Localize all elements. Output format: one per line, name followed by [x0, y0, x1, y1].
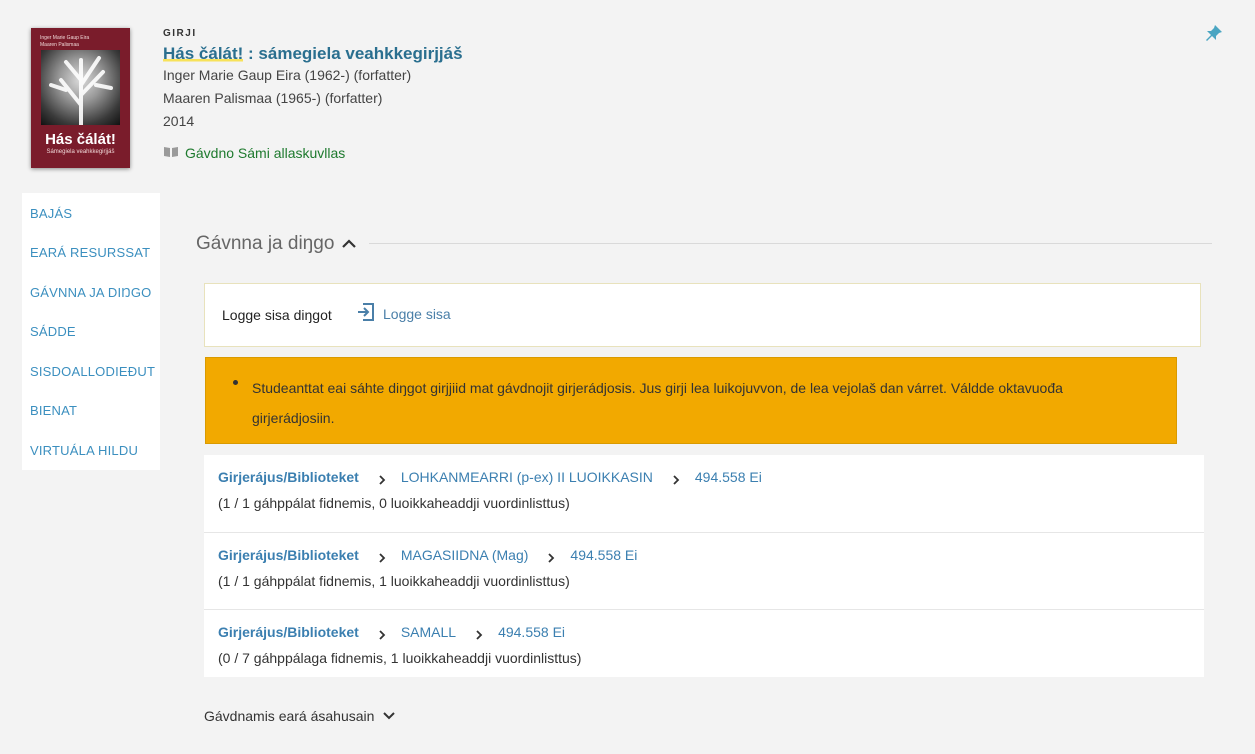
section-navigation: BAJÁS EARÁ RESURSSAT GÁVNNA JA DIŊGO SÁD… [22, 193, 160, 470]
chevron-right-icon [474, 627, 484, 640]
book-icon [163, 145, 179, 161]
chevron-right-icon [377, 627, 387, 640]
holding-row[interactable]: Girjerájus/Biblioteket LOHKANMEARRI (p-e… [204, 455, 1204, 533]
chevron-up-icon [342, 233, 357, 255]
holding-call-number[interactable]: 494.558 Ei [498, 624, 565, 640]
chevron-right-icon [671, 472, 681, 485]
holding-call-number[interactable]: 494.558 Ei [570, 547, 637, 563]
login-button[interactable]: Logge sisa [357, 302, 451, 325]
book-cover[interactable]: Inger Marie Gaup Eira Maaren Palismaa Há… [31, 28, 130, 168]
title-rest: : sámegiela veahkkegirjjáš [243, 44, 463, 63]
nav-item-top[interactable]: BAJÁS [30, 206, 156, 221]
author-2: Maaren Palismaa (1965-) (forfatter) [163, 90, 383, 106]
nav-item-tags[interactable]: BIENAT [30, 403, 156, 418]
section-divider [369, 243, 1212, 244]
holding-row[interactable]: Girjerájus/Biblioteket SAMALL 494.558 Ei… [204, 610, 1204, 677]
material-type: GIRJI [163, 28, 197, 39]
author-1: Inger Marie Gaup Eira (1962-) (forfatter… [163, 67, 412, 83]
availability-link[interactable]: Gávdno Sámi allaskuvllas [163, 145, 345, 161]
cover-authors: Inger Marie Gaup Eira Maaren Palismaa [40, 35, 89, 49]
nav-item-send[interactable]: SÁDDE [30, 324, 156, 339]
chevron-right-icon [377, 472, 387, 485]
chevron-right-icon [377, 550, 387, 563]
warning-text: Studeanttat eai sáhte diŋgot girjjiid ma… [252, 380, 1063, 426]
holding-location[interactable]: LOHKANMEARRI (p-ex) II LUOIKKASIN [401, 469, 653, 485]
chevron-right-icon [546, 550, 556, 563]
nav-item-other-resources[interactable]: EARÁ RESURSSAT [30, 245, 156, 260]
warning-notice: Studeanttat eai sáhte diŋgot girjjiid ma… [205, 357, 1177, 444]
cover-title: Hás čálát! [45, 131, 116, 148]
login-panel: Logge sisa diŋgot Logge sisa [204, 283, 1201, 347]
other-institutions-toggle[interactable]: Gávdnamis eará ásahusain [204, 708, 396, 724]
other-institutions-label: Gávdnamis eará ásahusain [204, 708, 375, 724]
section-header[interactable]: Gávnna ja diŋgo [196, 233, 357, 255]
holding-status: (0 / 7 gáhppálaga fidnemis, 1 luoikkahea… [218, 650, 582, 666]
record-title[interactable]: Hás čálát! : sámegiela veahkkegirjjáš [163, 44, 463, 64]
holding-library[interactable]: Girjerájus/Biblioteket [218, 624, 359, 640]
bullet-icon [233, 380, 238, 385]
login-button-label: Logge sisa [383, 305, 451, 322]
holding-location[interactable]: SAMALL [401, 624, 456, 640]
sign-in-icon [357, 302, 375, 325]
holding-location[interactable]: MAGASIIDNA (Mag) [401, 547, 529, 563]
holding-status: (1 / 1 gáhppálat fidnemis, 0 luoikkahead… [218, 495, 570, 511]
title-highlight: Hás čálát! [163, 44, 244, 63]
availability-text: Gávdno Sámi allaskuvllas [185, 145, 346, 161]
chevron-down-icon [382, 708, 396, 724]
cover-photo [41, 50, 120, 125]
login-label: Logge sisa diŋgot [222, 307, 332, 323]
cover-author-1: Inger Marie Gaup Eira [40, 35, 90, 41]
holding-library[interactable]: Girjerájus/Biblioteket [218, 469, 359, 485]
nav-item-find-and-order[interactable]: GÁVNNA JA DIŊGO [30, 285, 156, 300]
nav-item-contents[interactable]: SISDOALLODIEĐUT [30, 364, 156, 379]
holding-library[interactable]: Girjerájus/Biblioteket [218, 547, 359, 563]
cover-author-2: Maaren Palismaa [40, 42, 79, 48]
publication-year: 2014 [163, 113, 195, 129]
holding-row[interactable]: Girjerájus/Biblioteket MAGASIIDNA (Mag) … [204, 533, 1204, 610]
holding-status: (1 / 1 gáhppálat fidnemis, 1 luoikkahead… [218, 573, 570, 589]
push-pin-icon[interactable] [1205, 24, 1223, 42]
section-title: Gávnna ja diŋgo [196, 233, 335, 254]
holding-call-number[interactable]: 494.558 Ei [695, 469, 762, 485]
nav-item-virtual-shelf[interactable]: VIRTUÁLA HILDU [30, 443, 156, 458]
cover-subtitle: Sámegiela veahkkegirjjáš [46, 149, 115, 155]
